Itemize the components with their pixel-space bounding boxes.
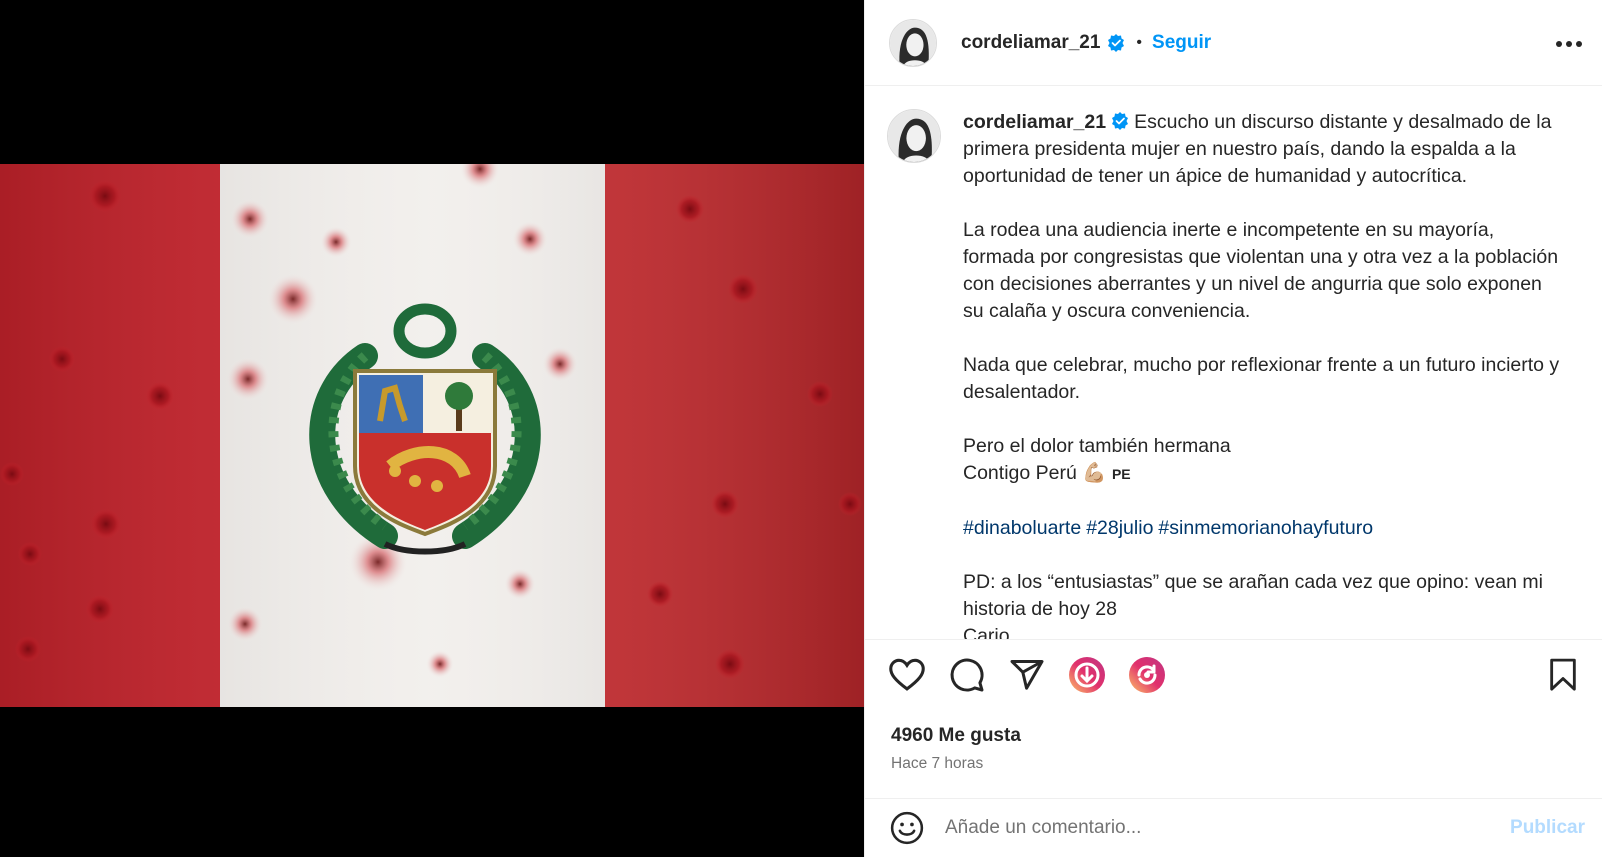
caption: cordeliamar_21 Escucho un discurso distan… bbox=[865, 87, 1602, 639]
post-media[interactable] bbox=[0, 0, 864, 857]
more-horizontal-icon bbox=[1556, 41, 1582, 47]
post-sidebar: cordeliamar_21 • Seguir cordeliamar_21 E… bbox=[864, 0, 1602, 857]
more-options-button[interactable] bbox=[1551, 26, 1587, 62]
hashtag-link[interactable]: #dinaboluarte bbox=[963, 517, 1081, 539]
post-header: cordeliamar_21 • Seguir bbox=[865, 0, 1602, 86]
emoji-button[interactable] bbox=[889, 810, 925, 846]
comment-input[interactable] bbox=[945, 817, 1511, 839]
caption-cut-line: Cario... bbox=[963, 625, 1026, 639]
caption-text: cordeliamar_21 Escucho un discurso distan… bbox=[963, 109, 1563, 639]
caption-paragraph-3: Nada que celebrar, mucho por reflexionar… bbox=[963, 354, 1560, 403]
peru-flag-emoji: PE bbox=[1111, 466, 1131, 482]
like-button[interactable] bbox=[885, 653, 929, 697]
caption-username[interactable]: cordeliamar_21 bbox=[963, 111, 1106, 133]
caption-line-pero: Pero el dolor también hermana bbox=[963, 435, 1231, 457]
repost-button[interactable] bbox=[1125, 653, 1169, 697]
caption-line-contigo: Contigo Perú bbox=[963, 462, 1077, 484]
remix-icon bbox=[1069, 656, 1105, 693]
avatar[interactable] bbox=[889, 18, 937, 67]
follow-button[interactable]: Seguir bbox=[1152, 32, 1211, 54]
peru-flag-image bbox=[0, 164, 864, 707]
add-comment-bar: Publicar bbox=[865, 798, 1602, 857]
post-timestamp[interactable]: Hace 7 horas bbox=[891, 755, 983, 773]
caption-avatar[interactable] bbox=[887, 109, 941, 163]
remix-button[interactable] bbox=[1065, 653, 1109, 697]
post-image[interactable] bbox=[0, 164, 864, 707]
bookmark-icon bbox=[1550, 658, 1576, 691]
post-author-username[interactable]: cordeliamar_21 bbox=[961, 32, 1100, 54]
save-button[interactable] bbox=[1541, 653, 1585, 697]
heart-icon bbox=[889, 658, 925, 691]
verified-badge-icon bbox=[1112, 112, 1129, 130]
share-icon bbox=[1010, 659, 1044, 690]
publish-button[interactable]: Publicar bbox=[1510, 817, 1585, 839]
hashtags: #dinaboluarte #28julio #sinmemorianohayfut… bbox=[963, 515, 1563, 542]
likes-count[interactable]: 4960 Me gusta bbox=[891, 725, 1021, 747]
profile-photo bbox=[888, 110, 940, 162]
share-button[interactable] bbox=[1005, 653, 1049, 697]
comments-scroll-area[interactable]: cordeliamar_21 Escucho un discurso distan… bbox=[865, 87, 1602, 639]
hashtag-link[interactable]: #28julio bbox=[1086, 517, 1153, 539]
hashtag-link[interactable]: #sinmemorianohayfuturo bbox=[1158, 517, 1373, 539]
comment-icon bbox=[950, 658, 984, 691]
profile-photo bbox=[890, 19, 936, 66]
flexed-biceps-emoji: 💪🏼 bbox=[1082, 462, 1107, 484]
comment-button[interactable] bbox=[945, 653, 989, 697]
separator-dot: • bbox=[1136, 33, 1143, 51]
caption-paragraph-pd: PD: a los “entusiastas” que se arañan ca… bbox=[963, 571, 1543, 620]
caption-paragraph-2: La rodea una audiencia inerte e incompet… bbox=[963, 219, 1559, 322]
emoji-icon bbox=[890, 811, 924, 845]
verified-badge-icon bbox=[1108, 33, 1125, 52]
repost-icon bbox=[1129, 656, 1165, 693]
action-bar bbox=[865, 639, 1602, 709]
